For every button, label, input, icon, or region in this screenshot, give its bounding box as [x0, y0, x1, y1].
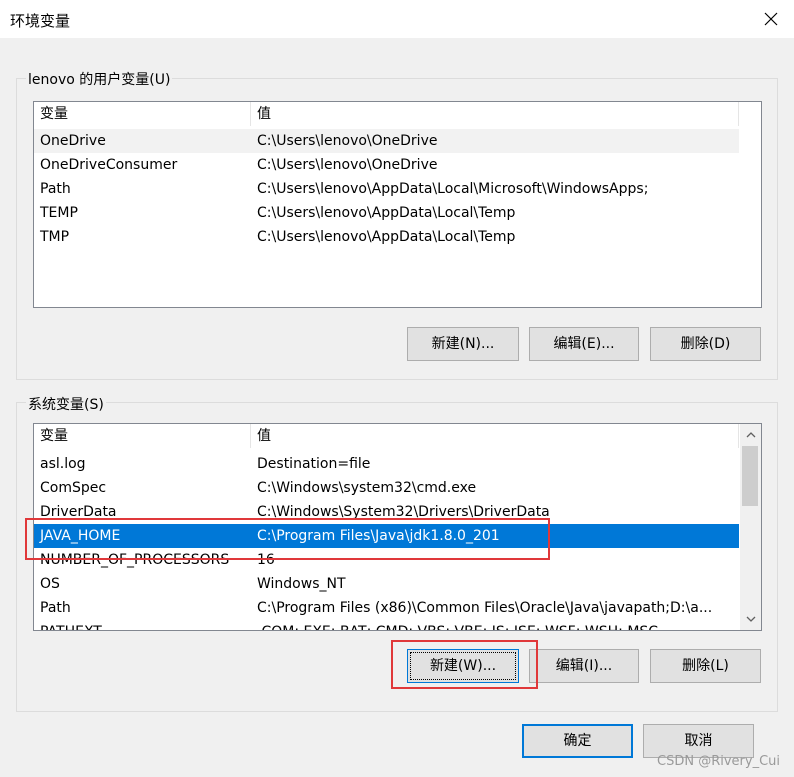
highlight-box-new-button: [391, 640, 538, 689]
var-name: TMP: [40, 229, 70, 245]
system-vars-group-label: 系统变量(S): [26, 394, 106, 414]
user-vars-list[interactable]: 变量 值 OneDrive C:\Users\lenovo\OneDrive O…: [33, 101, 762, 308]
watermark: CSDN @Rivery_Cui: [657, 754, 780, 769]
list-item[interactable]: asl.log Destination=file: [34, 452, 739, 476]
var-value: .COM;.EXE;.BAT;.CMD;.VBS;.VBE;.JS;.JSE;.…: [251, 620, 658, 630]
window-title: 环境变量: [10, 12, 71, 30]
var-value: C:\Program Files (x86)\Common Files\Orac…: [257, 600, 713, 616]
var-name: Path: [40, 600, 71, 616]
list-item[interactable]: OneDrive C:\Users\lenovo\OneDrive: [34, 129, 739, 153]
column-header-name[interactable]: 变量: [34, 102, 251, 126]
user-new-button[interactable]: 新建(N)...: [407, 327, 519, 361]
list-item[interactable]: TMP C:\Users\lenovo\AppData\Local\Temp: [34, 225, 739, 249]
column-header-value[interactable]: 值: [251, 102, 739, 126]
var-value: C:\Windows\system32\cmd.exe: [257, 480, 477, 496]
var-value: C:\Users\lenovo\OneDrive: [257, 133, 438, 149]
var-value: Windows_NT: [257, 576, 346, 592]
dialog-body: lenovo 的用户变量(U) 变量 值 OneDrive C:\Users\l…: [0, 38, 794, 777]
system-vars-header: 变量 值: [34, 424, 739, 448]
list-item[interactable]: ComSpec C:\Windows\system32\cmd.exe: [34, 476, 739, 500]
cancel-button[interactable]: 取消: [643, 724, 754, 758]
user-vars-header: 变量 值: [34, 102, 739, 126]
var-name: PATHEXT: [34, 620, 251, 630]
close-button[interactable]: [748, 0, 794, 38]
list-item[interactable]: OS Windows_NT: [34, 572, 739, 596]
close-icon: [764, 12, 778, 26]
user-edit-button[interactable]: 编辑(E)...: [529, 327, 639, 361]
vertical-scrollbar[interactable]: [740, 424, 761, 630]
list-item[interactable]: OneDriveConsumer C:\Users\lenovo\OneDriv…: [34, 153, 739, 177]
user-vars-group-label: lenovo 的用户变量(U): [26, 69, 173, 89]
var-name: TEMP: [40, 205, 78, 221]
var-value: C:\Users\lenovo\AppData\Local\Temp: [257, 229, 516, 245]
var-value: C:\Users\lenovo\OneDrive: [257, 157, 438, 173]
list-item[interactable]: TEMP C:\Users\lenovo\AppData\Local\Temp: [34, 201, 739, 225]
var-name: ComSpec: [40, 480, 107, 496]
var-name: OneDrive: [40, 133, 106, 149]
var-name: OneDriveConsumer: [40, 157, 178, 173]
system-delete-button[interactable]: 删除(L): [650, 649, 761, 683]
scroll-thumb[interactable]: [742, 446, 758, 506]
column-header-name[interactable]: 变量: [34, 424, 251, 448]
user-delete-button[interactable]: 删除(D): [650, 327, 761, 361]
list-item[interactable]: Path C:\Users\lenovo\AppData\Local\Micro…: [34, 177, 739, 201]
var-name: Path: [40, 181, 71, 197]
scroll-up-icon[interactable]: [742, 426, 759, 443]
highlight-box-java-home: [25, 518, 550, 560]
system-edit-button[interactable]: 编辑(I)...: [529, 649, 639, 683]
list-item[interactable]: PATHEXT .COM;.EXE;.BAT;.CMD;.VBS;.VBE;.J…: [34, 620, 739, 630]
var-value: C:\Users\lenovo\AppData\Local\Microsoft\…: [257, 181, 649, 197]
var-name: OS: [40, 576, 60, 592]
list-item[interactable]: Path C:\Program Files (x86)\Common Files…: [34, 596, 739, 620]
var-name: asl.log: [40, 456, 86, 472]
var-value: Destination=file: [257, 456, 371, 472]
scroll-down-icon[interactable]: [742, 610, 759, 627]
title-bar: 环境变量: [0, 0, 794, 38]
ok-button[interactable]: 确定: [522, 724, 633, 758]
column-header-value[interactable]: 值: [251, 424, 739, 448]
var-value: C:\Users\lenovo\AppData\Local\Temp: [257, 205, 516, 221]
